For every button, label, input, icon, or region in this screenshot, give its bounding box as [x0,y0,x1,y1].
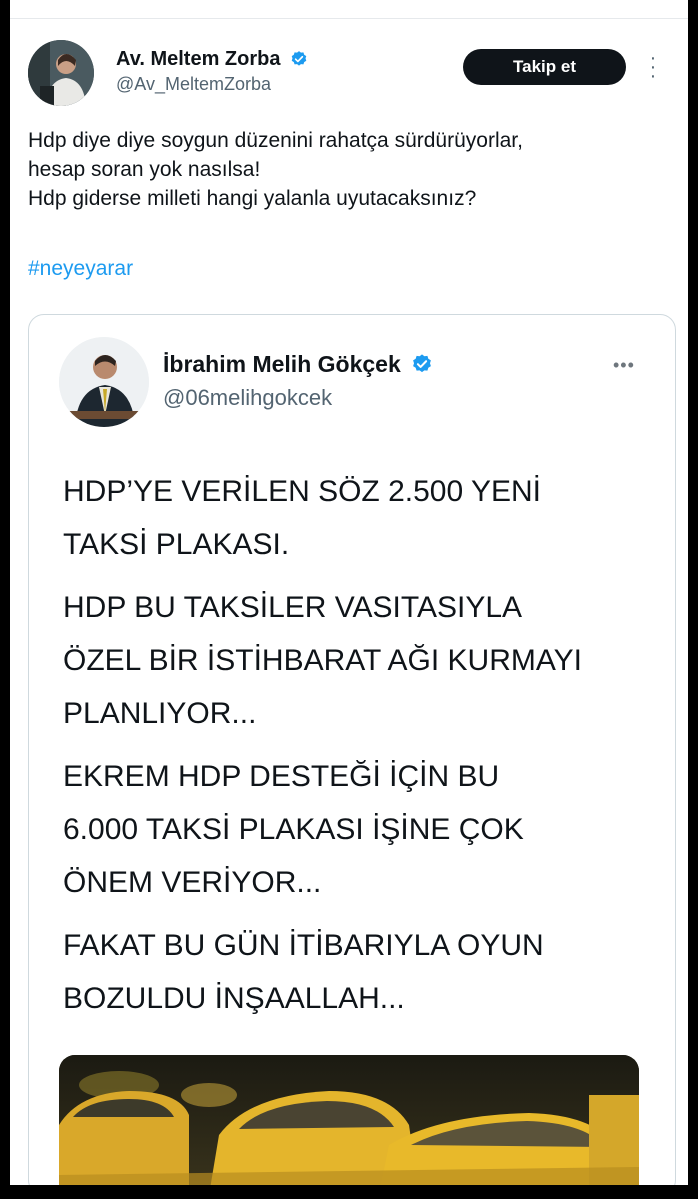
tweet-text: Hdp diye diye soygun düzenini rahatça sü… [28,126,668,213]
quoted-tweet[interactable]: İbrahim Melih Gökçek @06melihgokcek ••• … [28,314,676,1185]
quoted-author-avatar[interactable] [59,337,149,427]
quoted-paragraph: FAKAT BU GÜN İTİBARIYLA OYUN BOZULDU İNŞ… [63,929,544,1015]
more-options-icon[interactable]: ••• [613,355,635,376]
tweet-card: Av. Meltem Zorba @Av_MeltemZorba Takip e… [10,0,688,1185]
quoted-paragraph: HDP BU TAKSİLER VASITASIYLA ÖZEL BİR İST… [63,591,582,730]
verified-badge-icon [413,354,432,373]
author-handle[interactable]: @Av_MeltemZorba [116,74,271,95]
quoted-paragraph: EKREM HDP DESTEĞİ İÇİN BU 6.000 TAKSİ PL… [63,760,524,899]
quoted-author-handle[interactable]: @06melihgokcek [163,385,332,411]
quoted-paragraph: HDP’YE VERİLEN SÖZ 2.500 YENİ TAKSİ PLAK… [63,475,541,561]
tweet-text-line: Hdp giderse milleti hangi yalanla uyutac… [28,187,477,210]
divider [10,18,688,19]
quoted-tweet-text: HDP’YE VERİLEN SÖZ 2.500 YENİ TAKSİ PLAK… [63,465,663,1035]
quoted-author-name[interactable]: İbrahim Melih Gökçek [163,351,433,378]
author-name[interactable]: Av. Meltem Zorba [116,48,308,71]
verified-badge-icon [291,51,307,66]
taxi-photo[interactable] [59,1055,639,1185]
tweet-text-line: hesap soran yok nasılsa! [28,158,261,181]
hashtag-link[interactable]: #neyeyarar [28,257,133,281]
follow-button[interactable]: Takip et [463,49,626,85]
more-options-icon[interactable]: · · · [646,48,660,86]
author-avatar[interactable] [28,40,94,106]
tweet-text-line: Hdp diye diye soygun düzenini rahatça sü… [28,129,523,152]
